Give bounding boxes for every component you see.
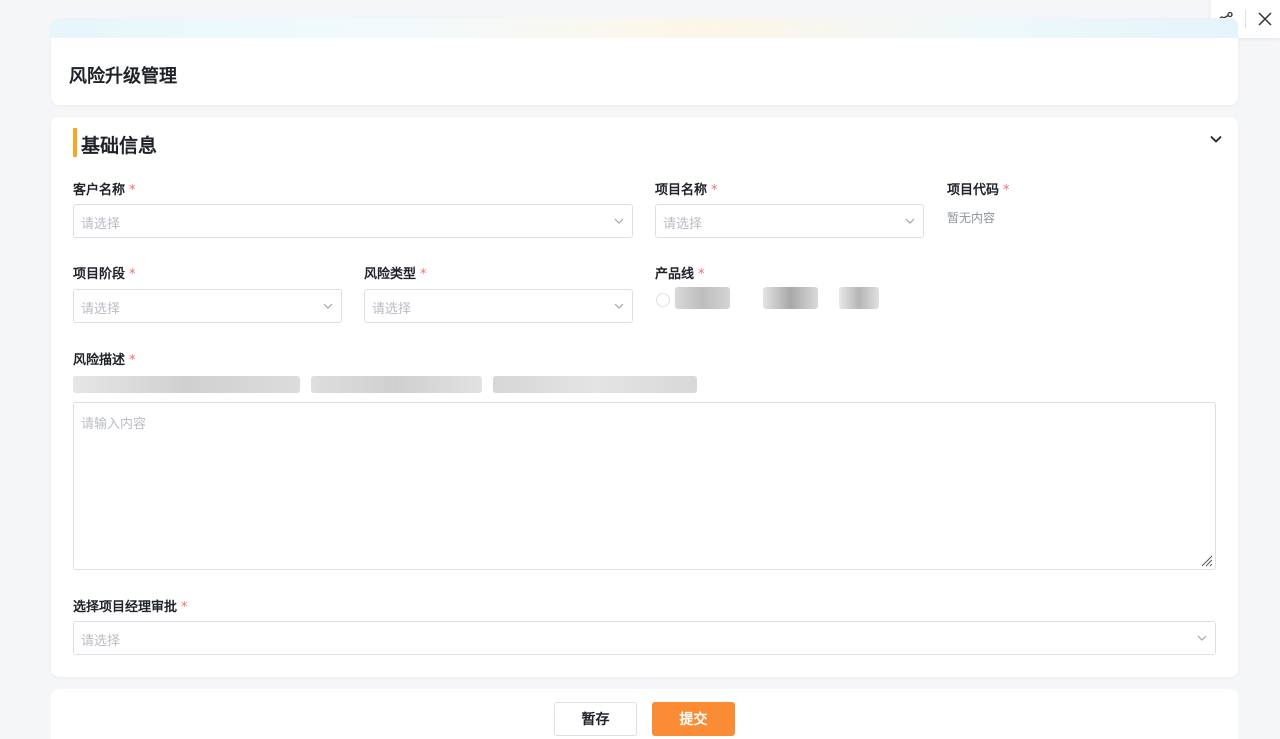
risk-type-select[interactable]: 请选择 <box>364 289 633 323</box>
submit-button[interactable]: 提交 <box>652 702 735 736</box>
project-stage-label: 项目阶段 * <box>73 267 136 282</box>
risk-description-placeholder: 请输入内容 <box>81 417 147 432</box>
section-title: 基础信息 <box>81 135 158 157</box>
pm-approval-placeholder: 请选择 <box>81 634 121 649</box>
product-line-label: 产品线 * <box>655 267 705 282</box>
project-stage-select[interactable]: 请选择 <box>73 289 342 323</box>
basic-info-form: 基础信息 客户名称 * 请选择 项目名称 * 请选择 项目代码 * 暂无内容 项目阶段… <box>51 117 1238 677</box>
product-line-option-redacted[interactable] <box>839 287 879 309</box>
project-code-value: 暂无内容 <box>947 211 996 225</box>
section-accent-bar <box>73 128 77 157</box>
product-line-option-redacted[interactable] <box>763 287 818 309</box>
close-icon[interactable] <box>1254 8 1276 30</box>
pm-approval-label: 选择项目经理审批 * <box>73 600 188 615</box>
pm-approval-select[interactable]: 请选择 <box>73 621 1216 655</box>
header-card: 风险升级管理 <box>51 18 1238 105</box>
resize-grip-icon[interactable] <box>1199 553 1213 567</box>
header-gradient <box>51 18 1238 38</box>
chevron-down-icon <box>1197 635 1207 641</box>
risk-description-label: 风险描述 * <box>73 353 136 368</box>
risk-description-hint-redacted <box>493 376 697 393</box>
project-code-label: 项目代码 * <box>947 183 1010 198</box>
customer-name-placeholder: 请选择 <box>81 217 121 232</box>
footer-actions: 暂存 提交 <box>51 689 1238 739</box>
customer-name-label: 客户名称 * <box>73 183 136 198</box>
project-name-placeholder: 请选择 <box>663 217 703 232</box>
divider <box>1245 10 1246 28</box>
project-stage-placeholder: 请选择 <box>81 302 121 317</box>
product-line-option-redacted[interactable] <box>675 287 730 309</box>
draft-button[interactable]: 暂存 <box>554 702 637 736</box>
chevron-down-icon <box>614 303 624 309</box>
chevron-down-icon <box>905 218 915 224</box>
chevron-down-icon <box>614 218 624 224</box>
chevron-down-icon[interactable] <box>1206 129 1226 149</box>
page-title: 风险升级管理 <box>69 66 177 87</box>
risk-type-placeholder: 请选择 <box>372 302 412 317</box>
project-name-label: 项目名称 * <box>655 183 718 198</box>
risk-description-hint-redacted <box>73 376 300 393</box>
risk-description-textarea[interactable]: 请输入内容 <box>73 402 1216 570</box>
risk-type-label: 风险类型 * <box>364 267 427 282</box>
product-line-radio[interactable] <box>656 293 670 307</box>
risk-description-hint-redacted <box>311 376 482 393</box>
project-name-select[interactable]: 请选择 <box>655 204 924 238</box>
chevron-down-icon <box>323 303 333 309</box>
customer-name-select[interactable]: 请选择 <box>73 204 633 238</box>
